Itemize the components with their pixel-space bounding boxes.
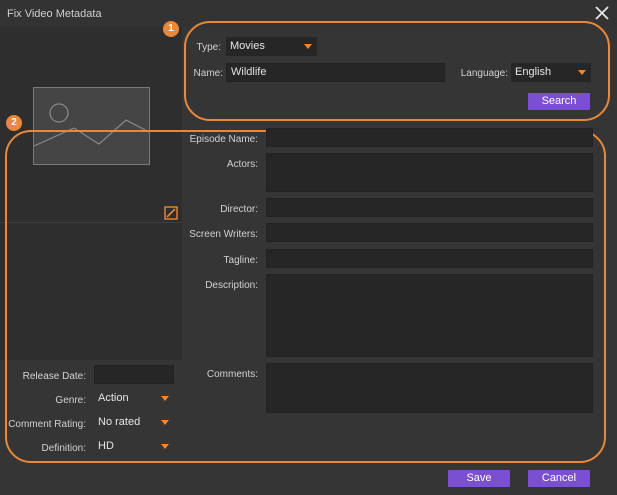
director-input[interactable]	[266, 198, 593, 217]
description-input[interactable]	[266, 274, 593, 357]
chevron-down-icon	[161, 396, 169, 401]
chevron-down-icon	[578, 70, 586, 75]
screen-writers-input[interactable]	[266, 223, 593, 242]
comment-rating-select[interactable]: No rated	[94, 413, 174, 432]
definition-label: Definition:	[41, 443, 86, 454]
release-date-label: Release Date:	[22, 371, 86, 382]
type-value: Movies	[230, 40, 265, 52]
actors-input[interactable]	[266, 153, 593, 192]
comment-rating-value: No rated	[98, 416, 141, 428]
annotation-badge-2: 2	[6, 115, 22, 131]
director-label: Director:	[220, 204, 258, 215]
type-select[interactable]: Movies	[226, 37, 317, 56]
edit-cover-icon[interactable]	[164, 206, 178, 220]
actors-label: Actors:	[226, 159, 258, 170]
release-date-input[interactable]	[94, 365, 174, 384]
chevron-down-icon	[161, 420, 169, 425]
comments-label: Comments:	[206, 369, 258, 380]
window-title: Fix Video Metadata	[7, 8, 102, 20]
chevron-down-icon	[304, 44, 312, 49]
save-button[interactable]: Save	[448, 470, 510, 487]
cover-placeholder-image	[33, 87, 150, 165]
language-label: Language:	[460, 68, 508, 79]
tagline-input[interactable]	[266, 249, 593, 268]
episode-name-input[interactable]	[266, 128, 593, 147]
episode-name-label: Episode Name:	[189, 134, 258, 145]
genre-value: Action	[98, 392, 129, 404]
annotation-badge-1: 1	[163, 21, 179, 37]
comment-rating-label: Comment Rating:	[8, 419, 86, 430]
close-icon[interactable]	[593, 4, 611, 22]
screen-writers-label: Screen Writers:	[189, 229, 258, 240]
cancel-button[interactable]: Cancel	[528, 470, 590, 487]
cover-panel	[0, 27, 182, 360]
chevron-down-icon	[161, 444, 169, 449]
name-label: Name:	[193, 68, 223, 79]
name-input[interactable]: Wildlife	[226, 63, 445, 82]
comments-input[interactable]	[266, 363, 593, 413]
genre-label: Genre:	[55, 395, 86, 406]
language-select[interactable]: English	[511, 63, 591, 82]
definition-select[interactable]: HD	[94, 437, 174, 456]
type-label: Type:	[196, 42, 221, 53]
genre-select[interactable]: Action	[94, 389, 174, 408]
tagline-label: Tagline:	[223, 255, 258, 266]
panel-divider	[0, 222, 182, 223]
description-label: Description:	[205, 280, 258, 291]
definition-value: HD	[98, 440, 114, 452]
language-value: English	[515, 66, 552, 78]
search-button[interactable]: Search	[528, 93, 590, 110]
